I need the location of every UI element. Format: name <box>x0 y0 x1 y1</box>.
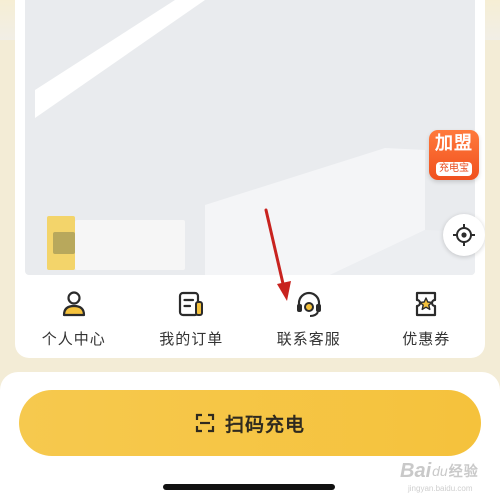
order-icon <box>179 291 204 317</box>
franchise-badge[interactable]: 加盟 充电宝 <box>429 130 479 180</box>
watermark-url: jingyan.baidu.com <box>408 484 473 493</box>
map-view[interactable] <box>25 0 475 275</box>
home-indicator[interactable] <box>163 484 335 490</box>
scan-charge-button[interactable]: 扫码充电 <box>19 390 481 456</box>
menu-item-label: 我的订单 <box>159 330 224 348</box>
menu-item-profile[interactable]: 个人中心 <box>15 275 133 358</box>
franchise-badge-title: 加盟 <box>435 133 473 154</box>
menu-item-label: 个人中心 <box>41 330 106 348</box>
locate-button[interactable] <box>443 214 485 256</box>
watermark-brand: Bai <box>400 459 432 482</box>
menu-item-label: 联系客服 <box>276 330 341 348</box>
menu-item-coupons[interactable]: 优惠券 <box>368 275 486 358</box>
menu-item-customer-service[interactable]: 联系客服 <box>250 275 368 358</box>
crosshair-icon <box>453 224 475 246</box>
watermark-paw: du <box>432 463 448 479</box>
headset-icon <box>296 291 321 317</box>
coupon-icon <box>416 291 437 317</box>
baidu-watermark: Bai du 经验 <box>400 458 496 484</box>
menu-item-label: 优惠券 <box>402 330 451 348</box>
blurred-location-text <box>75 220 185 270</box>
scan-charge-label: 扫码充电 <box>224 414 305 436</box>
user-icon <box>62 291 85 317</box>
scan-icon <box>195 413 215 433</box>
map-card: 加盟 充电宝 个人中心 我的订单 联系客服 优惠券 <box>15 0 485 358</box>
quick-menu: 个人中心 我的订单 联系客服 优惠券 <box>15 275 485 358</box>
menu-item-orders[interactable]: 我的订单 <box>133 275 251 358</box>
blurred-location-label-shadow <box>53 232 75 254</box>
watermark-product: 经验 <box>448 463 479 479</box>
franchise-badge-subtitle: 充电宝 <box>436 162 472 176</box>
